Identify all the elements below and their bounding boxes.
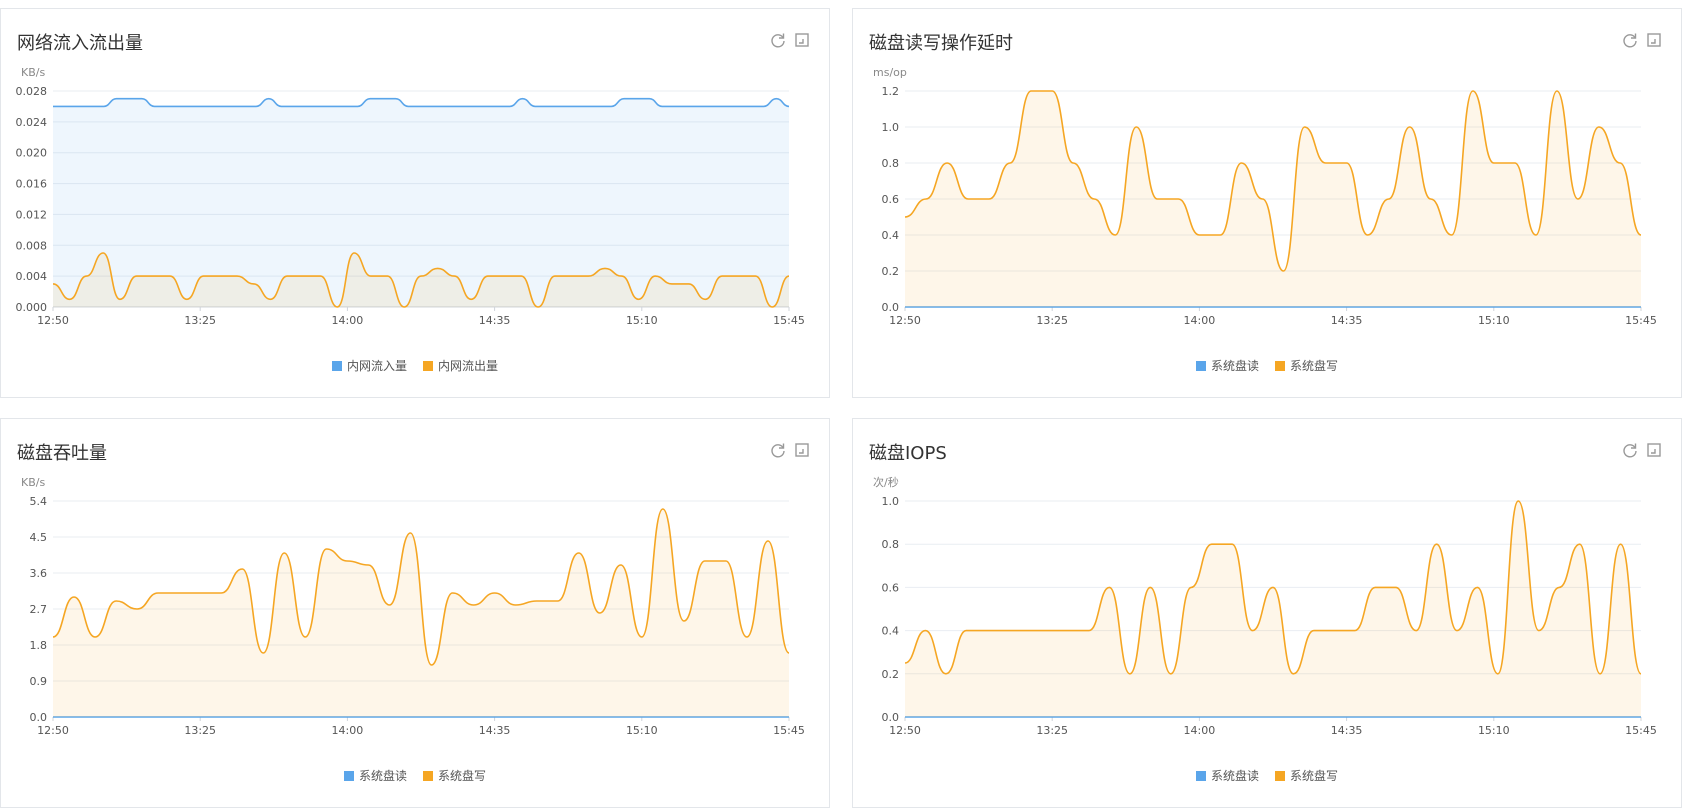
legend-item[interactable]: 系统盘读 xyxy=(1195,767,1259,784)
chart-panel-disk-throughput: 磁盘吞吐量 KB/s 0.0 0.9 1.8 2.7 3.6 4.5 5.4 12:50 13:2… xyxy=(0,418,830,808)
legend-swatch xyxy=(423,360,433,371)
y-tick-label: 0.008 xyxy=(16,239,48,252)
y-tick-label: 0.028 xyxy=(16,85,48,98)
y-tick-label: 0.4 xyxy=(882,229,900,242)
legend-swatch xyxy=(423,770,433,781)
chart-panel-disk-iops: 磁盘IOPS 次/秒 0.0 0.2 0.4 0.6 0.8 1.0 12:50 13:25 14… xyxy=(852,418,1682,808)
legend-label: 内网流出量 xyxy=(438,359,499,373)
legend-label: 系统盘读 xyxy=(1210,769,1259,783)
y-tick-label: 0.2 xyxy=(882,668,900,681)
y-unit-label: ms/op xyxy=(873,66,907,79)
series-line-1 xyxy=(52,97,790,108)
legend-label: 系统盘读 xyxy=(358,769,407,783)
y-unit-label: KB/s xyxy=(21,66,45,79)
y-tick-label: 0.020 xyxy=(16,147,48,160)
x-tick-label: 14:35 xyxy=(479,314,511,327)
x-tick-label: 14:35 xyxy=(479,724,511,737)
y-tick-label: 0.012 xyxy=(16,208,48,221)
y-tick-label: 0.004 xyxy=(16,270,48,283)
y-tick-label: 0.8 xyxy=(882,157,900,170)
x-tick-label: 14:00 xyxy=(1184,314,1216,327)
legend-label: 系统盘写 xyxy=(438,769,487,783)
y-tick-label: 3.6 xyxy=(30,567,48,580)
y-tick-label: 1.2 xyxy=(882,85,900,98)
chart-panel-network: 网络流入流出量 KB/s 0.000 0.004 0.008 0.012 0.016 0.0… xyxy=(0,8,830,398)
legend-item[interactable]: 系统盘写 xyxy=(1275,767,1338,784)
x-tick-label: 15:45 xyxy=(1625,314,1657,327)
x-tick-label: 13:25 xyxy=(184,724,216,737)
y-tick-label: 4.5 xyxy=(30,531,48,544)
series-area-2 xyxy=(53,509,789,717)
legend-label: 系统盘写 xyxy=(1290,769,1339,783)
y-tick-label: 0.0 xyxy=(882,711,900,724)
legend-swatch xyxy=(331,360,342,371)
chart: 次/秒 0.0 0.2 0.4 0.6 0.8 1.0 12:50 13:25 14:00 14:3… xyxy=(873,475,1657,737)
chart-panel-disk-latency: 磁盘读写操作延时 ms/op 0.0 0.2 0.4 0.6 0.8 1.0 1.2 12:50… xyxy=(852,8,1682,398)
x-tick-label: 15:10 xyxy=(1478,314,1510,327)
x-tick-label: 14:00 xyxy=(332,314,364,327)
x-tick-label: 13:25 xyxy=(184,314,216,327)
y-tick-label: 0.016 xyxy=(16,178,48,191)
x-tick-label: 14:00 xyxy=(332,724,364,737)
y-tick-label: 0.0 xyxy=(30,711,48,724)
legend-item[interactable]: 系统盘读 xyxy=(1195,357,1259,374)
legend-item[interactable]: 系统盘读 xyxy=(343,767,407,784)
x-tick-label: 15:10 xyxy=(626,314,658,327)
legend-swatch xyxy=(343,770,354,781)
y-tick-label: 1.0 xyxy=(882,495,900,508)
x-tick-label: 12:50 xyxy=(37,314,69,327)
series-area-2 xyxy=(905,501,1641,717)
x-tick-label: 15:45 xyxy=(773,314,805,327)
legend: 系统盘读 系统盘写 xyxy=(1,767,829,784)
y-tick-label: 0.024 xyxy=(16,116,48,129)
y-tick-label: 1.0 xyxy=(882,121,900,134)
legend-item[interactable]: 系统盘写 xyxy=(1275,357,1338,374)
x-tick-label: 12:50 xyxy=(889,724,921,737)
y-tick-label: 2.7 xyxy=(30,603,48,616)
y-tick-label: 0.6 xyxy=(882,193,900,206)
legend-swatch xyxy=(1275,360,1285,371)
chart: KB/s 0.000 0.004 0.008 0.012 0.016 0.020 0.024 0… xyxy=(16,66,805,327)
y-tick-label: 5.4 xyxy=(30,495,48,508)
x-tick-label: 14:35 xyxy=(1331,314,1363,327)
legend-item[interactable]: 系统盘写 xyxy=(423,767,486,784)
legend: 系统盘读 系统盘写 xyxy=(853,767,1681,784)
x-tick-label: 15:10 xyxy=(626,724,658,737)
legend-item[interactable]: 内网流出量 xyxy=(423,357,498,374)
legend: 系统盘读 系统盘写 xyxy=(853,357,1681,374)
x-tick-label: 14:00 xyxy=(1184,724,1216,737)
y-tick-label: 0.2 xyxy=(882,265,900,278)
y-unit-label: KB/s xyxy=(21,476,45,489)
y-tick-label: 0.6 xyxy=(882,581,900,594)
legend-swatch xyxy=(1195,770,1206,781)
x-tick-label: 14:35 xyxy=(1331,724,1363,737)
chart: KB/s 0.0 0.9 1.8 2.7 3.6 4.5 5.4 12:50 13:25 14:00… xyxy=(21,476,805,737)
legend-swatch xyxy=(1275,770,1285,781)
x-tick-label: 13:25 xyxy=(1036,724,1068,737)
legend: 内网流入量 内网流出量 xyxy=(1,357,829,374)
x-tick-label: 13:25 xyxy=(1036,314,1068,327)
x-tick-label: 12:50 xyxy=(37,724,69,737)
legend-item[interactable]: 内网流入量 xyxy=(331,357,407,374)
x-tick-label: 15:45 xyxy=(773,724,805,737)
legend-swatch xyxy=(1195,360,1206,371)
x-tick-label: 15:45 xyxy=(1625,724,1657,737)
y-tick-label: 0.000 xyxy=(16,301,48,314)
y-tick-label: 0.4 xyxy=(882,625,900,638)
y-tick-label: 0.8 xyxy=(882,538,900,551)
x-tick-label: 12:50 xyxy=(889,314,921,327)
x-tick-label: 15:10 xyxy=(1478,724,1510,737)
y-tick-label: 0.0 xyxy=(882,301,900,314)
legend-label: 内网流入量 xyxy=(346,359,407,373)
y-unit-label: 次/秒 xyxy=(873,475,899,489)
legend-label: 系统盘读 xyxy=(1210,359,1259,373)
legend-label: 系统盘写 xyxy=(1290,359,1339,373)
y-tick-label: 0.9 xyxy=(30,675,48,688)
y-tick-label: 1.8 xyxy=(30,639,48,652)
chart: ms/op 0.0 0.2 0.4 0.6 0.8 1.0 1.2 12:50 13:25 14:0… xyxy=(873,66,1657,327)
